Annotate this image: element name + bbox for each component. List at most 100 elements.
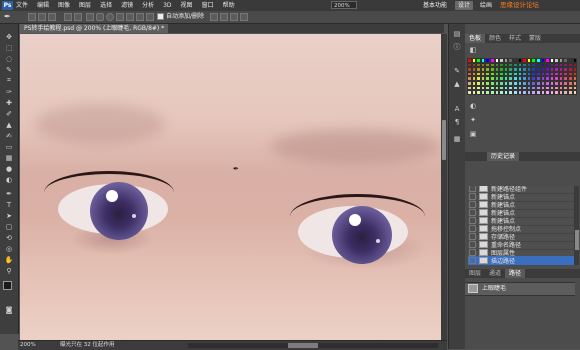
workspace-design[interactable]: 设计 <box>455 1 474 10</box>
tab-masks[interactable]: 蒙版 <box>525 34 545 43</box>
shape-tool-icon[interactable]: ▢ <box>3 222 15 231</box>
swatch-grid[interactable] <box>467 58 579 95</box>
history-source-checkbox[interactable] <box>469 225 476 232</box>
menu-window[interactable]: 窗口 <box>202 0 214 11</box>
menu-select[interactable]: 选择 <box>100 0 112 11</box>
line-icon[interactable] <box>126 13 134 21</box>
3d-camera-tool-icon[interactable]: ◎ <box>3 244 15 253</box>
panel-icon-strip: ▤ ⓘ ✎ ▲ A ¶ ▦ <box>448 24 466 349</box>
history-panel-icon[interactable]: ▤ <box>452 29 462 39</box>
history-brush-tool-icon[interactable]: ✍ <box>3 131 15 140</box>
type-tool-icon[interactable]: T <box>3 200 15 209</box>
clone-source-icon[interactable]: ▲ <box>452 79 462 89</box>
history-scrollbar[interactable] <box>574 186 579 265</box>
menu-edit[interactable]: 编辑 <box>37 0 49 11</box>
history-item[interactable]: 描边路径 <box>468 256 574 265</box>
tab-history[interactable]: 历史记录 <box>487 152 520 161</box>
shape-options-icon[interactable] <box>146 13 154 21</box>
path-exclude-icon[interactable] <box>240 13 248 21</box>
workspace-painting[interactable]: 绘画 <box>477 1 495 10</box>
menu-image[interactable]: 图像 <box>58 0 70 11</box>
pen-tool-icon[interactable]: ✒ <box>3 189 15 198</box>
menu-3d[interactable]: 3D <box>163 0 171 11</box>
workspace-essentials[interactable]: 基本功能 <box>420 1 450 10</box>
path-selection-tool-icon[interactable]: ➤ <box>3 211 15 220</box>
custom-shape-icon[interactable] <box>136 13 144 21</box>
history-source-checkbox[interactable] <box>469 217 476 224</box>
adjustments-panel-icon[interactable]: ◐ <box>469 102 477 110</box>
eyedropper-tool-icon[interactable]: ✑ <box>3 87 15 96</box>
tab-layers[interactable]: 图层 <box>465 269 485 278</box>
path-add-icon[interactable] <box>210 13 218 21</box>
crop-tool-icon[interactable]: ⌗ <box>3 76 15 85</box>
horizontal-scroll-thumb[interactable] <box>288 343 318 348</box>
canvas-vertical-scrollbar[interactable] <box>441 34 447 340</box>
dodge-tool-icon[interactable]: ◐ <box>3 175 15 184</box>
tab-color[interactable]: 颜色 <box>485 34 505 43</box>
pen-icon[interactable] <box>64 13 72 21</box>
3d-rotate-tool-icon[interactable]: ⟲ <box>3 233 15 242</box>
history-scroll-thumb[interactable] <box>574 230 579 250</box>
freeform-pen-icon[interactable] <box>74 13 82 21</box>
tab-styles[interactable]: 样式 <box>505 34 525 43</box>
marquee-tool-icon[interactable]: ⬚ <box>3 43 15 52</box>
fill-pixels-icon[interactable] <box>48 13 56 21</box>
paragraph-panel-icon[interactable]: ¶ <box>452 117 462 127</box>
shape-layers-icon[interactable] <box>28 13 36 21</box>
adjust-icon[interactable]: ◧ <box>469 46 477 54</box>
canvas-horizontal-scrollbar[interactable] <box>188 343 438 348</box>
pen-tool-icon[interactable]: ✒ <box>4 13 12 21</box>
path-intersect-icon[interactable] <box>230 13 238 21</box>
tab-channels[interactable]: 通道 <box>485 269 505 278</box>
canvas[interactable]: ✒ <box>20 34 441 340</box>
move-tool-icon[interactable]: ✥ <box>3 32 15 41</box>
path-subtract-icon[interactable] <box>220 13 228 21</box>
history-source-checkbox[interactable] <box>469 249 476 256</box>
history-source-checkbox[interactable] <box>469 193 476 200</box>
ellipse-icon[interactable] <box>106 13 114 21</box>
polygon-icon[interactable] <box>116 13 124 21</box>
lasso-tool-icon[interactable]: ◌ <box>3 54 15 63</box>
menu-filter[interactable]: 滤镜 <box>121 0 133 11</box>
character-panel-icon[interactable]: A <box>452 104 462 114</box>
menu-view[interactable]: 视图 <box>181 0 193 11</box>
history-source-checkbox[interactable] <box>469 233 476 240</box>
history-source-checkbox[interactable] <box>469 241 476 248</box>
menu-help[interactable]: 帮助 <box>223 0 235 11</box>
tab-paths[interactable]: 路径 <box>505 269 526 278</box>
history-source-checkbox[interactable] <box>469 201 476 208</box>
auto-add-delete-checkbox[interactable] <box>157 13 164 20</box>
layer-style-icon[interactable]: ✦ <box>469 116 477 124</box>
zoom-tool-icon[interactable]: ⚲ <box>3 266 15 275</box>
paths-mode-icon[interactable] <box>38 13 46 21</box>
brush-tool-icon[interactable]: ✐ <box>3 109 15 118</box>
hand-tool-icon[interactable]: ✋ <box>3 255 15 264</box>
quick-mask-icon[interactable]: ◙ <box>3 305 15 314</box>
healing-brush-tool-icon[interactable]: ✚ <box>3 98 15 107</box>
actions-tab[interactable] <box>465 152 487 161</box>
history-state-icon <box>479 225 488 232</box>
gradient-tool-icon[interactable]: ▦ <box>3 153 15 162</box>
path-item[interactable]: 上眼睫毛 <box>465 282 575 296</box>
history-source-checkbox[interactable] <box>469 257 476 264</box>
history-source-checkbox[interactable] <box>469 209 476 216</box>
notes-panel-icon[interactable]: ▦ <box>452 134 462 144</box>
swatch[interactable] <box>572 90 578 95</box>
eraser-tool-icon[interactable]: ▭ <box>3 142 15 151</box>
vertical-scroll-thumb[interactable] <box>442 120 446 160</box>
quick-select-tool-icon[interactable]: ✎ <box>3 65 15 74</box>
mask-panel-icon[interactable]: ▣ <box>469 130 477 138</box>
menu-analysis[interactable]: 分析 <box>142 0 154 11</box>
menu-file[interactable]: 文件 <box>16 0 28 11</box>
rectangle-icon[interactable] <box>86 13 94 21</box>
rounded-rectangle-icon[interactable] <box>96 13 104 21</box>
tab-swatches[interactable]: 色板 <box>465 34 486 43</box>
foreground-color-swatch[interactable] <box>3 281 12 290</box>
document-tab[interactable]: PS转手绘教程.psd @ 200% (上眼睫毛, RGB/8#) * <box>20 24 169 33</box>
clone-stamp-tool-icon[interactable]: ▲ <box>3 120 15 129</box>
zoom-select[interactable]: 200% <box>331 1 357 9</box>
properties-panel-icon[interactable]: ⓘ <box>452 42 462 52</box>
brush-panel-icon[interactable]: ✎ <box>452 66 462 76</box>
menu-layer[interactable]: 图层 <box>79 0 91 11</box>
blur-tool-icon[interactable]: ● <box>3 164 15 173</box>
